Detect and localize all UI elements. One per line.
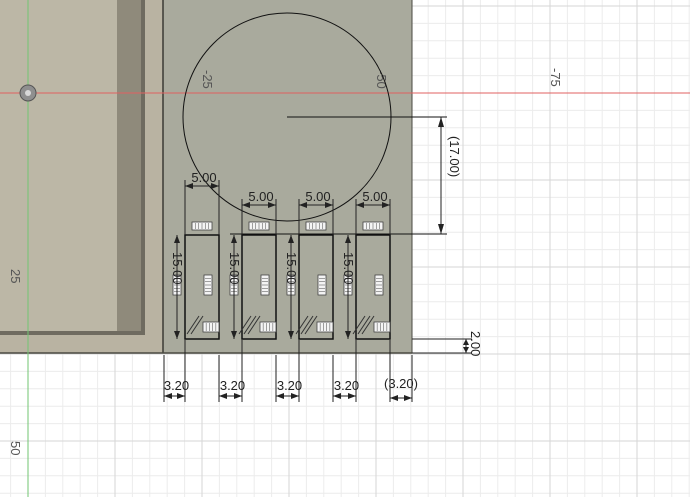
slot-height-label: 15.00 bbox=[284, 252, 299, 285]
horizontal-constraint-icon bbox=[362, 221, 384, 231]
inner-right-edge bbox=[141, 0, 145, 335]
bottom-offset-label: 2.00 bbox=[468, 331, 483, 356]
horizontal-constraint-icon bbox=[305, 221, 327, 231]
sketch-canvas[interactable]: -25 -50 -75 25 50 (17.00) 5.0015.003.205… bbox=[0, 0, 690, 497]
coincident-constraint-icon bbox=[259, 321, 277, 333]
axis-label-25: 25 bbox=[8, 269, 23, 283]
cad-viewport[interactable]: -25 -50 -75 25 50 (17.00) 5.00 15.00 3.20 5… bbox=[0, 0, 690, 497]
axis-label-50: 50 bbox=[8, 441, 23, 455]
vertical-constraint-icon bbox=[374, 274, 384, 296]
horizontal-constraint-icon bbox=[248, 221, 270, 231]
slot-width-label: 5.00 bbox=[305, 189, 330, 204]
horizontal-constraint-icon bbox=[191, 221, 213, 231]
circle-dim-label: (17.00) bbox=[447, 136, 462, 177]
axis-label-neg75: -75 bbox=[548, 68, 563, 87]
vertical-constraint-icon bbox=[317, 274, 327, 296]
coincident-constraint-icon bbox=[373, 321, 391, 333]
inner-bottom-edge bbox=[0, 331, 145, 335]
slot-height-label: 15.00 bbox=[170, 252, 185, 285]
slot-width-label: 5.00 bbox=[191, 170, 216, 185]
slot-width-label: 5.00 bbox=[362, 189, 387, 204]
coincident-constraint-icon bbox=[202, 321, 220, 333]
slot-width-label: 5.00 bbox=[248, 189, 273, 204]
last-gap-label: (3.20) bbox=[384, 376, 418, 391]
slot-height-label: 15.00 bbox=[341, 252, 356, 285]
gap-label: 3.20 bbox=[277, 378, 302, 393]
circle-dimension[interactable]: (17.00) bbox=[438, 117, 462, 234]
gap-label: 3.20 bbox=[334, 378, 359, 393]
body-shadow-edge bbox=[117, 0, 143, 333]
gap-label: 3.20 bbox=[220, 378, 245, 393]
gap-label: 3.20 bbox=[164, 378, 189, 393]
coincident-constraint-icon bbox=[316, 321, 334, 333]
axis-label-neg25: -25 bbox=[200, 70, 215, 89]
origin-icon[interactable] bbox=[19, 84, 37, 102]
vertical-constraint-icon bbox=[203, 274, 213, 296]
slot-height-label: 15.00 bbox=[227, 252, 242, 285]
vertical-constraint-icon bbox=[260, 274, 270, 296]
bottom-offset-dimension[interactable]: 2.00 bbox=[412, 331, 483, 356]
